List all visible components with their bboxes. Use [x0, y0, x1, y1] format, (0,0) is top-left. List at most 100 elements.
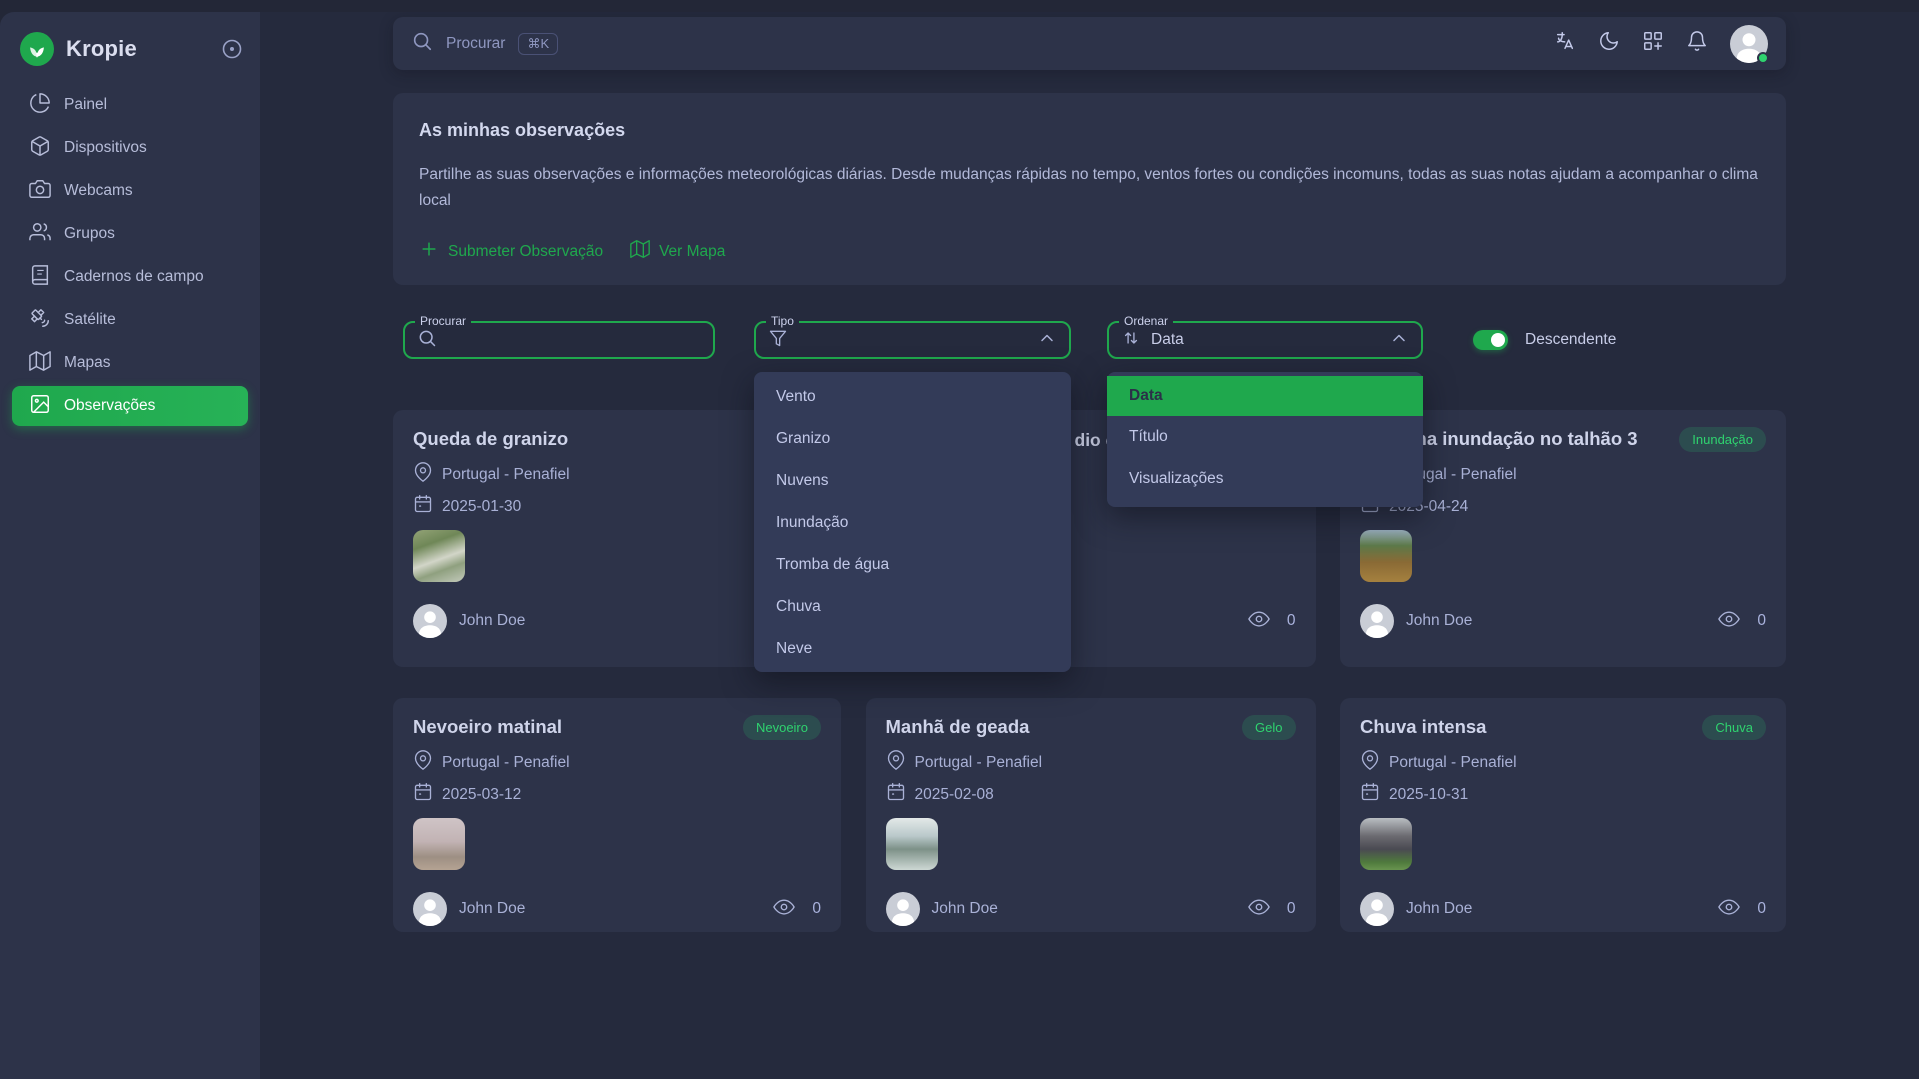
bell-icon	[1686, 30, 1708, 57]
sidebar-nav: Painel Dispositivos Webcams Grupos Cader…	[0, 85, 260, 426]
observation-date: 2025-02-08	[915, 786, 994, 804]
observation-date: 2025-01-30	[442, 498, 521, 516]
filters-row: Procurar Tipo Ordenar Data Descendente	[393, 321, 1786, 359]
view-count: 0	[812, 900, 821, 918]
view-count: 0	[1287, 900, 1296, 918]
observation-type-badge: Chuva	[1702, 715, 1766, 740]
eye-icon	[773, 896, 795, 923]
observation-photo[interactable]	[886, 818, 938, 870]
eye-icon	[1248, 608, 1270, 635]
user-avatar[interactable]	[1730, 25, 1768, 63]
sidebar-item-label: Observações	[64, 397, 155, 415]
top-navbar: Procurar ⌘K	[393, 17, 1786, 70]
sidebar-item-cadernos[interactable]: Cadernos de campo	[12, 257, 248, 297]
search-shortcut-badge: ⌘K	[518, 33, 558, 55]
type-option-granizo[interactable]: Granizo	[754, 418, 1071, 460]
author-avatar	[1360, 892, 1394, 926]
descending-toggle[interactable]	[1473, 330, 1508, 350]
view-count: 0	[1757, 900, 1766, 918]
author-name: John Doe	[459, 900, 525, 918]
author-name: John Doe	[932, 900, 998, 918]
observation-location: Portugal - Penafiel	[1389, 754, 1517, 772]
view-map-label: Ver Mapa	[659, 243, 725, 261]
filter-search-field[interactable]: Procurar	[403, 321, 715, 359]
type-option-neve[interactable]: Neve	[754, 628, 1071, 670]
sidebar-item-label: Grupos	[64, 225, 115, 243]
language-icon	[1554, 30, 1576, 57]
notebook-icon	[29, 264, 51, 291]
brand: Kropie	[0, 16, 260, 82]
observation-card[interactable]: Nevoeiro matinal Nevoeiro Portugal - Pen…	[393, 698, 841, 932]
type-option-inundacao[interactable]: Inundação	[754, 502, 1071, 544]
sidebar-item-mapas[interactable]: Mapas	[12, 343, 248, 383]
filter-sort-select[interactable]: Ordenar Data	[1107, 321, 1423, 359]
shortcuts-button[interactable]	[1634, 25, 1672, 63]
observation-photo[interactable]	[413, 818, 465, 870]
sidebar-item-painel[interactable]: Painel	[12, 85, 248, 125]
toggle-knob	[1491, 333, 1505, 347]
dark-mode-button[interactable]	[1590, 25, 1628, 63]
sidebar-item-label: Webcams	[64, 182, 133, 200]
online-status-dot	[1757, 52, 1769, 64]
moon-icon	[1598, 30, 1620, 57]
type-option-vento[interactable]: Vento	[754, 376, 1071, 418]
sidebar-collapse-icon[interactable]	[220, 37, 244, 61]
observation-type-badge: Nevoeiro	[743, 715, 821, 740]
observation-location: Portugal - Penafiel	[442, 754, 570, 772]
observation-date: 2025-03-12	[442, 786, 521, 804]
calendar-icon	[413, 782, 433, 807]
global-search[interactable]: Procurar ⌘K	[411, 30, 1546, 57]
author-avatar	[413, 604, 447, 638]
observation-title: Manhã de geada	[886, 716, 1296, 738]
filter-type-select[interactable]: Tipo	[754, 321, 1071, 359]
eye-icon	[1718, 608, 1740, 635]
kropie-logo-icon	[20, 32, 54, 66]
location-pin-icon	[413, 750, 433, 775]
page-description: Partilhe as suas observações e informaçõ…	[419, 162, 1760, 214]
observation-photo[interactable]	[413, 530, 465, 582]
author-avatar	[1360, 604, 1394, 638]
sidebar-item-satelite[interactable]: Satélite	[12, 300, 248, 340]
submit-observation-button[interactable]: Submeter Observação	[419, 239, 603, 264]
sidebar-item-label: Painel	[64, 96, 107, 114]
sidebar-item-dispositivos[interactable]: Dispositivos	[12, 128, 248, 168]
author-name: John Doe	[1406, 900, 1472, 918]
notifications-button[interactable]	[1678, 25, 1716, 63]
sort-option-titulo[interactable]: Título	[1107, 416, 1423, 458]
type-dropdown-menu: Vento Granizo Nuvens Inundação Tromba de…	[754, 372, 1071, 672]
type-option-chuva[interactable]: Chuva	[754, 586, 1071, 628]
observation-photo[interactable]	[1360, 530, 1412, 582]
sidebar-item-webcams[interactable]: Webcams	[12, 171, 248, 211]
app-window: Kropie Painel Dispositivos Webcams Grupo…	[0, 12, 1919, 1079]
sort-option-visualizacoes[interactable]: Visualizações	[1107, 458, 1423, 500]
map-icon	[630, 239, 650, 264]
observation-card[interactable]: Manhã de geada Gelo Portugal - Penafiel …	[866, 698, 1316, 932]
location-pin-icon	[413, 462, 433, 487]
pie-chart-icon	[29, 92, 51, 119]
view-map-button[interactable]: Ver Mapa	[630, 239, 725, 264]
observation-card[interactable]: Chuva intensa Chuva Portugal - Penafiel …	[1340, 698, 1786, 932]
sidebar-item-observacoes[interactable]: Observações	[12, 386, 248, 426]
chevron-up-icon	[1389, 328, 1409, 353]
sort-option-data[interactable]: Data	[1107, 376, 1423, 416]
filter-search-input[interactable]	[445, 330, 701, 350]
sort-arrows-icon	[1121, 328, 1141, 353]
cube-icon	[29, 135, 51, 162]
grid-plus-icon	[1642, 30, 1664, 57]
type-option-tromba[interactable]: Tromba de água	[754, 544, 1071, 586]
observation-photo[interactable]	[1360, 818, 1412, 870]
type-option-nuvens[interactable]: Nuvens	[754, 460, 1071, 502]
observation-location: Portugal - Penafiel	[442, 466, 570, 484]
filter-type-label: Tipo	[766, 314, 799, 328]
plus-icon	[419, 239, 439, 264]
chevron-up-icon	[1037, 328, 1057, 353]
observation-type-badge: Inundação	[1679, 427, 1766, 452]
filter-sort-value: Data	[1151, 331, 1184, 349]
language-button[interactable]	[1546, 25, 1584, 63]
author-name: John Doe	[459, 612, 525, 630]
eye-icon	[1718, 896, 1740, 923]
search-placeholder: Procurar	[446, 35, 505, 53]
author-avatar	[413, 892, 447, 926]
sidebar-item-label: Satélite	[64, 311, 116, 329]
sidebar-item-grupos[interactable]: Grupos	[12, 214, 248, 254]
